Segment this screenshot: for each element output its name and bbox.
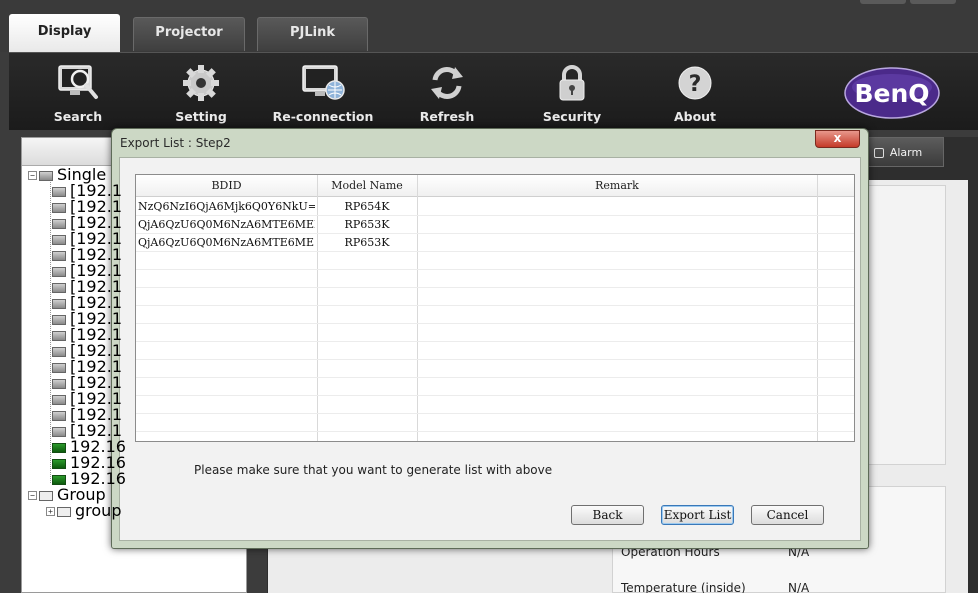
benq-logo: BenQ: [844, 67, 940, 119]
lock-icon: [550, 63, 594, 103]
refresh-icon: [425, 63, 469, 103]
top-tab-strip: Display Projector PJLink Projector: [0, 0, 978, 70]
grid-cell-bdid[interactable]: QjA6QzU6Q0M6NzA6MTE6ME...: [138, 234, 315, 252]
export-list-grid[interactable]: BDID Model Name Remark NzQ6NzI6QjA6Mjk6Q…: [135, 174, 855, 442]
search-button[interactable]: Search: [23, 63, 133, 129]
monitor-icon: [52, 186, 66, 197]
tab-projector[interactable]: Projector: [133, 17, 245, 51]
dialog-body: BDID Model Name Remark NzQ6NzI6QjA6Mjk6Q…: [119, 157, 861, 541]
grid-row-divider: [136, 431, 854, 432]
grid-row-divider: [136, 395, 854, 396]
alarm-icon: [873, 148, 884, 158]
svg-text:?: ?: [689, 72, 702, 97]
question-icon: ?: [673, 63, 717, 103]
cancel-button[interactable]: Cancel: [751, 505, 824, 525]
refresh-label: Refresh: [419, 109, 475, 124]
grid-row-divider: [136, 305, 854, 306]
search-icon: [56, 63, 100, 103]
gear-icon: [179, 63, 223, 103]
setting-label: Setting: [175, 109, 227, 124]
tree-node-group-child[interactable]: + group: [46, 503, 121, 519]
grid-row-divider: [136, 413, 854, 414]
group-icon: [39, 490, 53, 501]
dialog-close-button[interactable]: x: [815, 130, 860, 148]
monitor-icon: [39, 170, 53, 181]
window-maximize-button[interactable]: [910, 0, 956, 4]
monitor-icon: [52, 378, 66, 389]
grid-row-divider: [136, 359, 854, 360]
tab-display[interactable]: Display: [9, 14, 120, 52]
close-icon: x: [833, 131, 842, 145]
alarm-tab-label: Alarm: [889, 146, 923, 159]
tree-node-label: group: [75, 501, 122, 520]
monitor-icon: [52, 266, 66, 277]
export-list-button[interactable]: Export List: [661, 505, 734, 525]
grid-cell-bdid[interactable]: QjA6QzU6Q0M6NzA6MTE6MEI=: [138, 216, 315, 234]
column-header-model-name[interactable]: Model Name: [317, 175, 417, 197]
monitor-icon: [52, 250, 66, 261]
window-minimize-button[interactable]: [860, 0, 906, 4]
setting-button[interactable]: Setting: [146, 63, 256, 129]
monitor-online-icon: [52, 442, 66, 453]
temperature-label: Temperature (inside): [621, 581, 746, 593]
group-icon: [57, 506, 71, 517]
grid-cell-bdid[interactable]: NzQ6NzI6QjA6Mjk6Q0Y6NkU=: [138, 198, 315, 216]
monitor-icon: [52, 426, 66, 437]
reconnect-icon: [301, 63, 345, 103]
grid-row-divider: [136, 287, 854, 288]
reconnection-label: Re-connection: [272, 109, 374, 124]
monitor-icon: [52, 410, 66, 421]
expand-icon[interactable]: +: [46, 507, 55, 516]
tab-pjlink-projector[interactable]: PJLink Projector: [257, 17, 368, 70]
monitor-icon: [52, 282, 66, 293]
brand-text: BenQ: [854, 79, 929, 108]
about-button[interactable]: ? About: [640, 63, 750, 129]
collapse-icon[interactable]: −: [28, 171, 37, 180]
main-toolbar: Search Setting Re-connection Refresh Sec…: [9, 52, 978, 130]
about-label: About: [673, 109, 717, 124]
tree-connector-line: [50, 179, 51, 483]
monitor-icon: [52, 346, 66, 357]
dialog-title: Export List : Step2: [120, 136, 231, 150]
refresh-button[interactable]: Refresh: [392, 63, 502, 129]
grid-row-divider: [136, 341, 854, 342]
monitor-icon: [52, 330, 66, 341]
temperature-value: N/A: [788, 581, 810, 593]
search-label: Search: [53, 109, 103, 124]
column-header-remark[interactable]: Remark: [417, 175, 817, 197]
monitor-icon: [52, 234, 66, 245]
monitor-icon: [52, 394, 66, 405]
monitor-icon: [52, 218, 66, 229]
grid-row-divider: [136, 269, 854, 270]
grid-cell-model[interactable]: RP653K: [317, 216, 417, 234]
back-button[interactable]: Back: [571, 505, 644, 525]
export-list-dialog: Export List : Step2 x BDID Model Name Re…: [111, 128, 869, 549]
grid-cell-remark[interactable]: [417, 216, 817, 234]
grid-cell-model[interactable]: RP653K: [317, 234, 417, 252]
monitor-icon: [52, 362, 66, 373]
column-header-bdid[interactable]: BDID: [136, 175, 317, 197]
reconnection-button[interactable]: Re-connection: [268, 63, 378, 129]
monitor-icon: [52, 298, 66, 309]
monitor-icon: [52, 202, 66, 213]
grid-cell-remark[interactable]: [417, 198, 817, 216]
grid-row-divider: [136, 323, 854, 324]
monitor-icon: [52, 314, 66, 325]
security-button[interactable]: Security: [517, 63, 627, 129]
security-label: Security: [542, 109, 602, 124]
collapse-icon[interactable]: −: [28, 491, 37, 500]
grid-cell-model[interactable]: RP654K: [317, 198, 417, 216]
monitor-online-icon: [52, 474, 66, 485]
confirmation-message: Please make sure that you want to genera…: [194, 463, 553, 477]
grid-cell-remark[interactable]: [417, 234, 817, 252]
grid-row-divider: [136, 377, 854, 378]
monitor-online-icon: [52, 458, 66, 469]
